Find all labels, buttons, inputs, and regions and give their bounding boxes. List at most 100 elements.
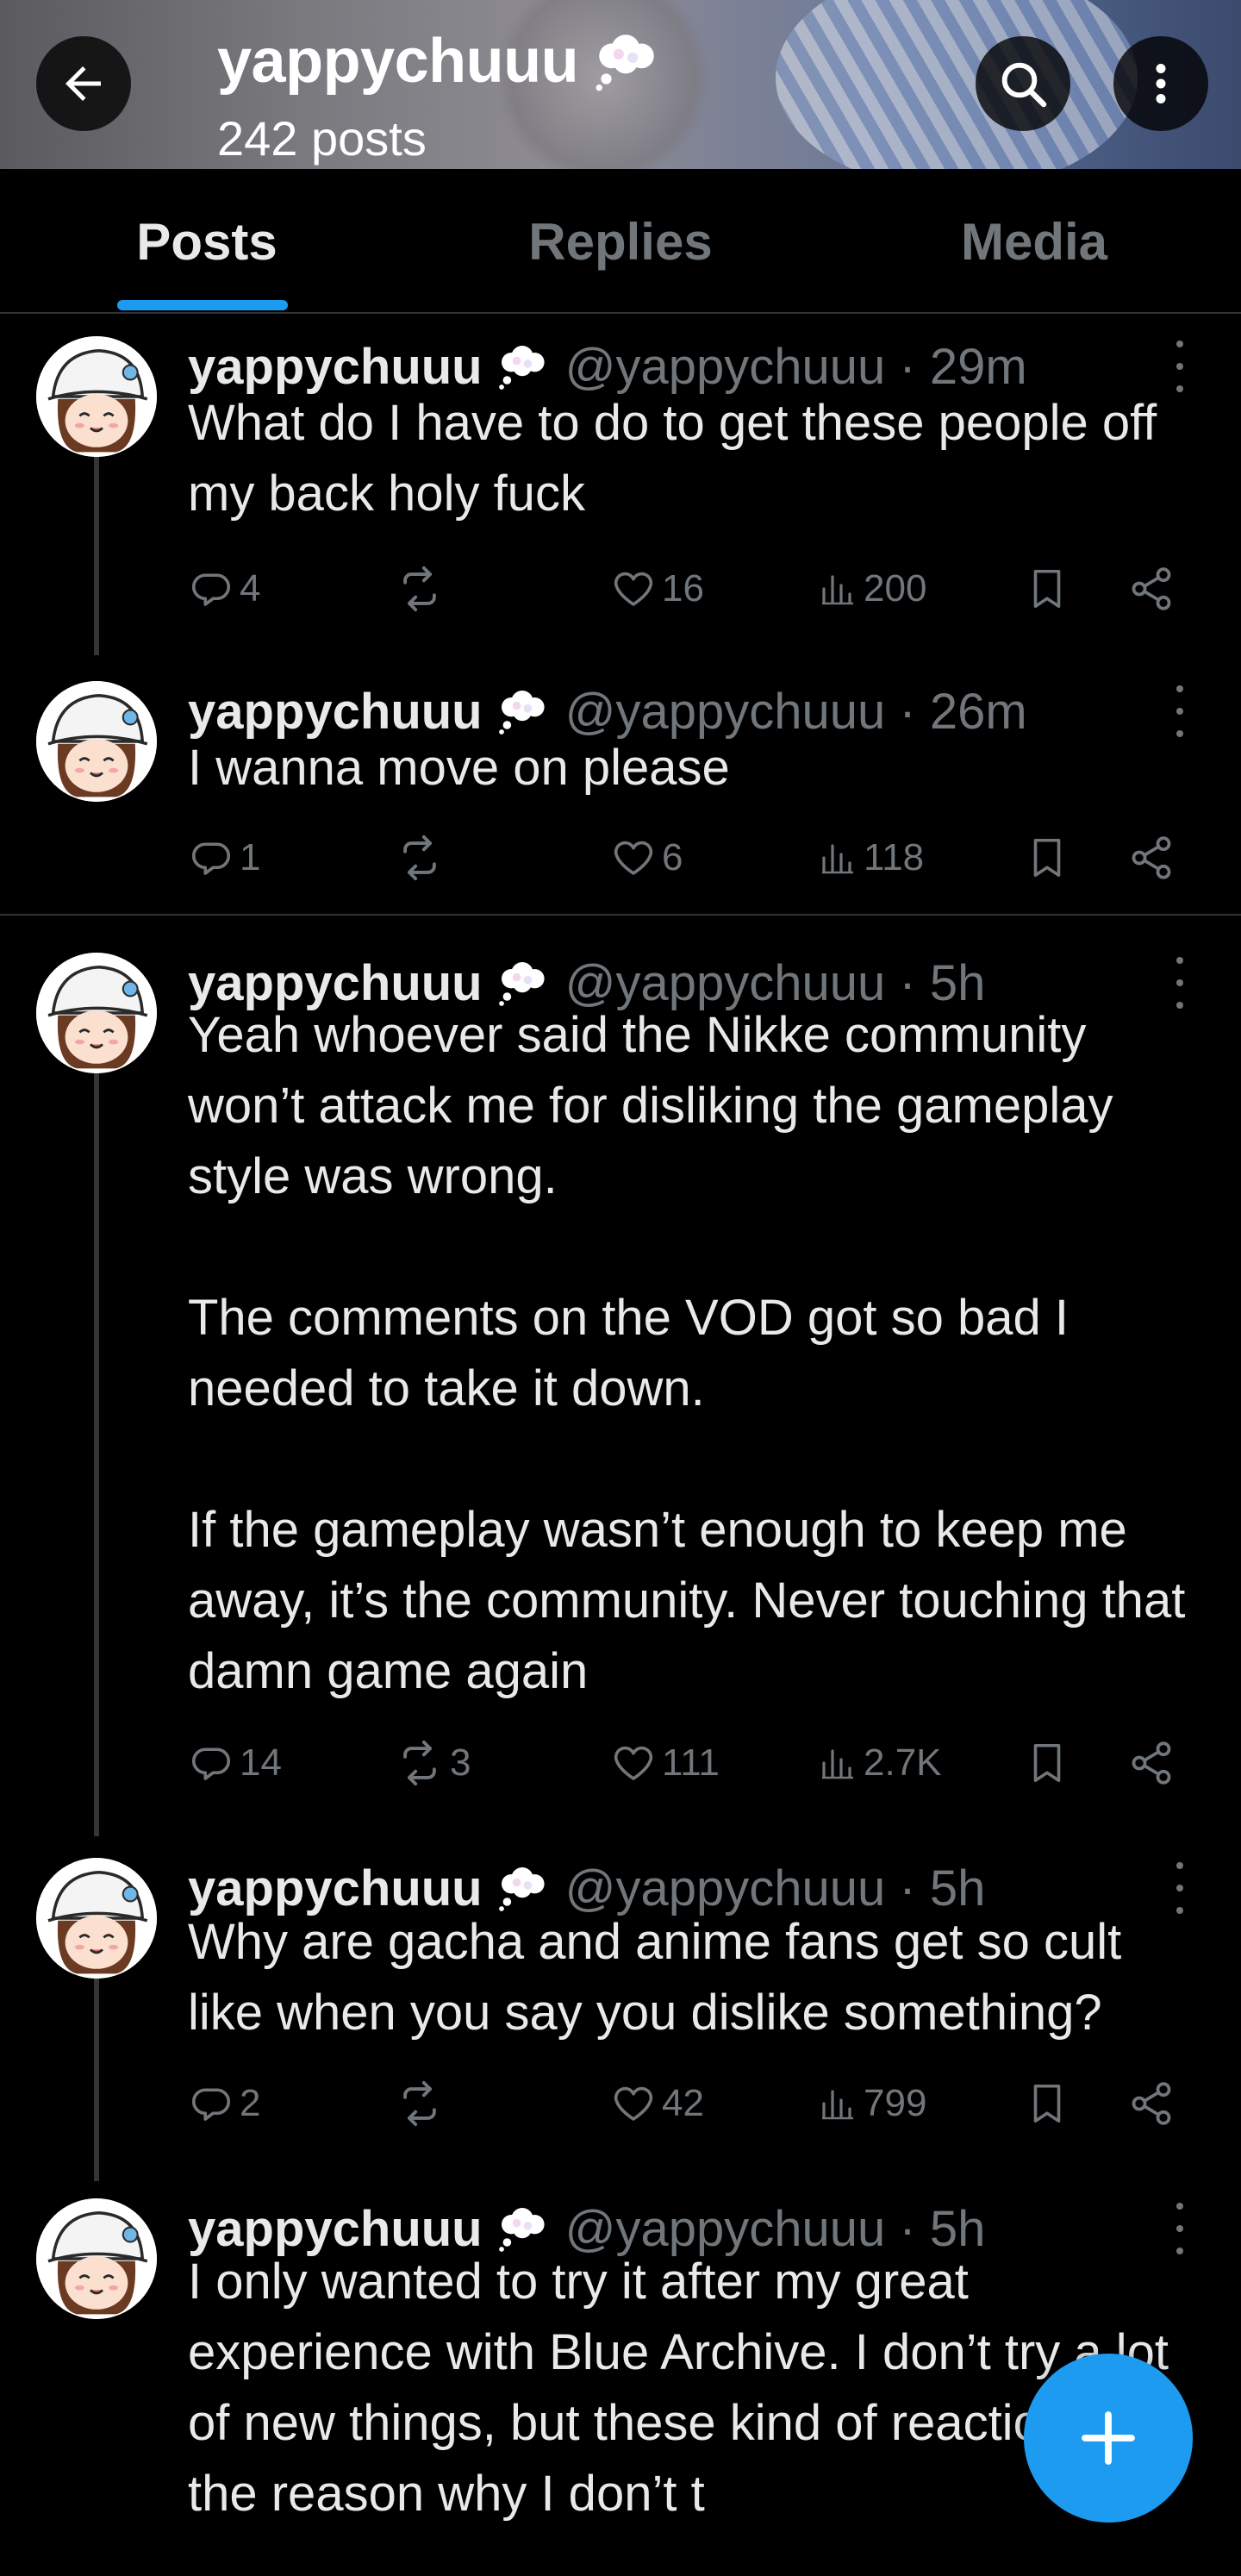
views-button[interactable]: 799	[817, 2073, 926, 2134]
repost-button[interactable]: 3	[395, 1733, 471, 1793]
views-button[interactable]: 118	[817, 828, 924, 888]
more-options-button[interactable]	[1113, 36, 1208, 131]
share-button[interactable]	[1127, 2073, 1176, 2134]
views-button[interactable]: 200	[817, 559, 926, 619]
views-chart-icon	[822, 575, 853, 605]
reply-button[interactable]: 2	[188, 2073, 260, 2134]
views-count: 118	[864, 836, 925, 878]
reply-icon	[191, 2088, 231, 2121]
avatar-image	[36, 2198, 157, 2319]
thought-cloud-icon	[596, 34, 654, 91]
reply-count: 14	[240, 1741, 282, 1784]
like-button[interactable]: 42	[610, 2073, 704, 2134]
avatar[interactable]	[36, 681, 157, 802]
share-icon	[1132, 836, 1171, 879]
thread-connector	[94, 422, 99, 655]
post-actions: 4 16 200	[188, 559, 1196, 619]
repost-icon	[403, 2080, 436, 2127]
share-button[interactable]	[1127, 1733, 1176, 1793]
bookmark-icon	[1033, 569, 1061, 609]
post-actions: 14 3 111 2.7K	[188, 1733, 1196, 1793]
post-text: Yeah whoever said the Nikke community wo…	[188, 1007, 1186, 1699]
views-chart-icon	[822, 844, 853, 874]
like-count: 16	[662, 567, 704, 610]
tab-replies[interactable]: Replies	[414, 169, 827, 314]
author-name[interactable]: yappychuuu	[188, 338, 483, 396]
repost-button[interactable]	[395, 559, 450, 619]
share-icon	[1132, 567, 1171, 610]
heart-icon	[614, 2086, 653, 2121]
bookmark-button[interactable]	[1024, 828, 1070, 888]
avatar[interactable]	[36, 2198, 157, 2319]
bookmark-button[interactable]	[1024, 1733, 1070, 1793]
search-button[interactable]	[976, 36, 1070, 131]
views-count: 799	[864, 2082, 927, 2124]
bookmark-button[interactable]	[1024, 559, 1070, 619]
post-actions: 2 42 799	[188, 2073, 1196, 2134]
thought-cloud-icon	[498, 346, 545, 390]
like-button[interactable]: 16	[610, 559, 704, 619]
author-handle-time: @yappychuuu · 26m	[564, 683, 1027, 740]
search-icon	[1001, 62, 1047, 108]
like-button[interactable]: 6	[610, 828, 683, 888]
profile-name: yappychuuu	[217, 27, 579, 96]
avatar[interactable]	[36, 336, 157, 457]
reply-count: 2	[240, 2082, 261, 2124]
posts-count: 242 posts	[217, 111, 427, 166]
views-chart-icon	[822, 1749, 853, 1779]
compose-button[interactable]	[1024, 2354, 1193, 2523]
plus-icon	[1082, 2411, 1135, 2465]
repost-button[interactable]	[395, 2073, 450, 2134]
post-text: What do I have to do to get these people…	[188, 395, 1171, 522]
bookmark-button[interactable]	[1024, 2073, 1070, 2134]
share-button[interactable]	[1127, 828, 1176, 888]
heart-icon	[614, 572, 653, 606]
repost-count: 3	[450, 1741, 471, 1784]
views-button[interactable]: 2.7K	[817, 1733, 942, 1793]
post-more-button[interactable]	[1167, 685, 1193, 737]
repost-icon	[403, 566, 436, 612]
bookmark-icon	[1033, 2084, 1061, 2123]
heart-icon	[614, 841, 653, 875]
thought-cloud-icon	[498, 2208, 545, 2252]
reply-icon	[191, 1748, 231, 1780]
active-tab-indicator	[117, 300, 288, 310]
profile-tabs: Posts Replies Media	[0, 169, 1241, 314]
like-button[interactable]: 111	[610, 1733, 720, 1793]
avatar[interactable]	[36, 953, 157, 1073]
post-text: I wanna move on please	[188, 740, 730, 796]
profile-header: yappychuuu 242 posts	[0, 0, 1241, 169]
back-button[interactable]	[36, 36, 131, 131]
repost-icon	[403, 835, 436, 881]
thread-connector	[94, 1970, 99, 2181]
heart-icon	[614, 1746, 653, 1780]
post-actions: 1 6 118	[188, 828, 1196, 888]
more-vertical-icon	[1156, 64, 1166, 103]
bookmark-icon	[1033, 1743, 1061, 1783]
like-count: 111	[662, 1741, 720, 1784]
post-more-button[interactable]	[1167, 341, 1193, 392]
reply-button[interactable]: 14	[188, 1733, 282, 1793]
views-chart-icon	[822, 2090, 853, 2120]
thought-cloud-icon	[498, 691, 545, 735]
reply-count: 4	[240, 567, 261, 610]
avatar-image	[36, 1858, 157, 1979]
reply-icon	[191, 573, 231, 606]
share-icon	[1132, 2082, 1171, 2125]
tab-posts[interactable]: Posts	[0, 169, 414, 314]
share-button[interactable]	[1127, 559, 1176, 619]
views-count: 2.7K	[864, 1741, 942, 1784]
reply-button[interactable]: 4	[188, 559, 260, 619]
repost-button[interactable]	[395, 828, 450, 888]
reply-button[interactable]: 1	[188, 828, 260, 888]
post-more-button[interactable]	[1167, 1862, 1193, 1914]
author-name[interactable]: yappychuuu	[188, 683, 483, 741]
author-handle-time: @yappychuuu · 29m	[564, 338, 1027, 395]
reply-icon	[191, 842, 231, 875]
tab-media[interactable]: Media	[827, 169, 1241, 314]
thread-connector	[94, 1065, 99, 1836]
repost-icon	[403, 1740, 436, 1786]
header-title: yappychuuu	[217, 26, 661, 97]
views-count: 200	[864, 567, 927, 610]
avatar[interactable]	[36, 1858, 157, 1979]
